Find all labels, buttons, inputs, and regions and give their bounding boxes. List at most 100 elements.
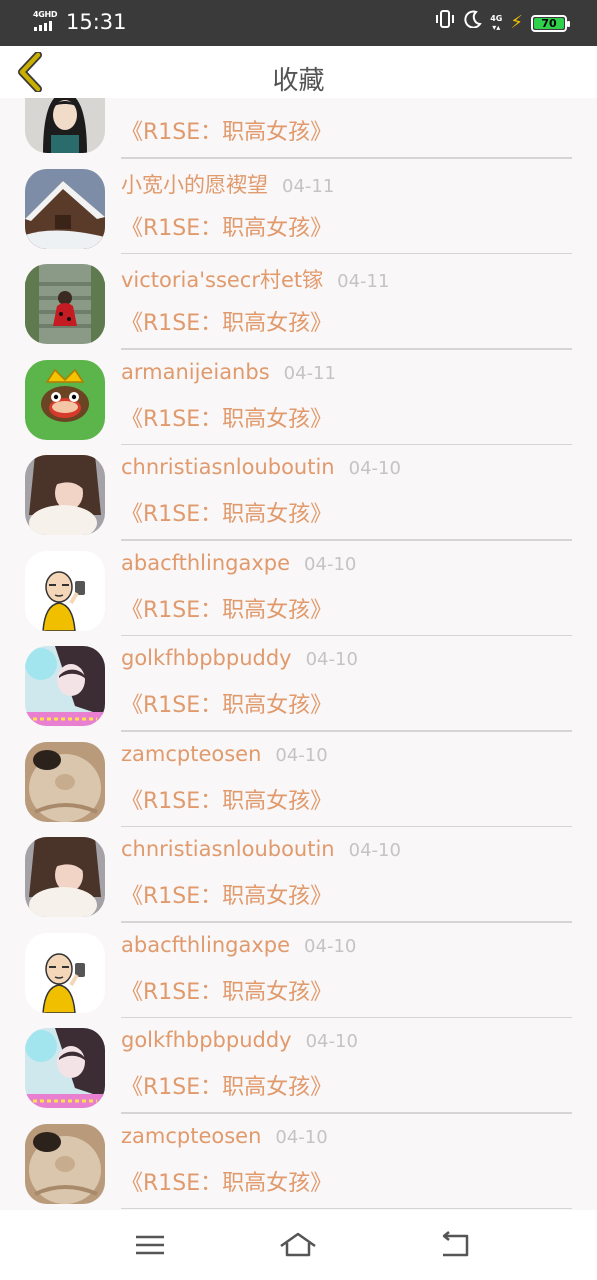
avatar[interactable] bbox=[25, 1028, 105, 1108]
avatar-cartoon-man-phone-icon bbox=[25, 550, 105, 631]
status-bar: 4GHD 15:31 4G ▾▴ ⚡ 70 bbox=[0, 0, 597, 46]
avatar-dreamy-girl-icon bbox=[25, 1028, 105, 1108]
work-title[interactable]: 《R1SE：职高女孩》 bbox=[121, 592, 332, 624]
work-title[interactable]: 《R1SE：职高女孩》 bbox=[121, 496, 332, 528]
vibrate-icon bbox=[434, 9, 456, 37]
avatar-girl-with-fur-icon bbox=[25, 455, 105, 535]
name-line: hololsmari长l昌院了吸 04-11 bbox=[121, 98, 408, 103]
favorite-date: 04-10 bbox=[304, 935, 357, 957]
favorite-date: 04-11 bbox=[283, 362, 336, 384]
name-line: victoria'ssecr村et镓 04-11 bbox=[121, 264, 389, 294]
favorite-date: 04-10 bbox=[305, 1031, 358, 1052]
user-name[interactable]: chnristiasnlouboutin bbox=[121, 837, 335, 861]
favorite-date: 04-10 bbox=[348, 458, 401, 479]
favorite-date: 04-10 bbox=[305, 649, 358, 670]
avatar[interactable] bbox=[25, 455, 105, 535]
home-button[interactable] bbox=[278, 1228, 318, 1262]
return-icon bbox=[442, 1231, 469, 1257]
avatar-fluffy-cat-icon bbox=[25, 741, 105, 822]
work-title[interactable]: 《R1SE：职高女孩》 bbox=[121, 1069, 332, 1101]
status-time: 15:31 bbox=[66, 10, 127, 34]
menu-icon bbox=[136, 1235, 164, 1255]
avatar[interactable] bbox=[25, 264, 105, 344]
avatar-girl-with-fur-icon bbox=[25, 837, 105, 917]
favorite-date: 04-11 bbox=[337, 271, 390, 292]
avatar[interactable] bbox=[25, 646, 105, 726]
user-name[interactable]: victoria'ssecr村et镓 bbox=[121, 268, 323, 292]
signal-bars-icon bbox=[34, 21, 52, 31]
back-nav-button[interactable] bbox=[435, 1228, 475, 1262]
name-line: golkfhbpbpuddy 04-10 bbox=[121, 646, 358, 670]
user-name[interactable]: golkfhbpbpuddy bbox=[121, 646, 292, 670]
work-title[interactable]: 《R1SE：职高女孩》 bbox=[121, 401, 332, 433]
work-title[interactable]: 《R1SE：职高女孩》 bbox=[121, 878, 332, 910]
favorite-item[interactable]: golkfhbpbpuddy 04-10 《R1SE：职高女孩》 bbox=[0, 632, 597, 732]
favorite-item[interactable]: abacfthlingaxpe 04-10 《R1SE：职高女孩》 bbox=[0, 919, 597, 1018]
favorite-date: 04-11 bbox=[282, 175, 335, 197]
page-title: 收藏 bbox=[272, 66, 325, 96]
name-line: abacfthlingaxpe 04-10 bbox=[121, 551, 356, 575]
favorite-item[interactable]: armanijeianbs 04-11 《R1SE：职高女孩》 bbox=[0, 346, 597, 445]
favorite-date: 04-10 bbox=[275, 1126, 328, 1148]
name-line: zamcpteosen 04-10 bbox=[121, 1124, 328, 1148]
avatar-child-on-steps-icon bbox=[25, 264, 105, 344]
user-name[interactable]: abacfthlingaxpe bbox=[121, 551, 290, 575]
work-title[interactable]: 《R1SE：职高女孩》 bbox=[121, 1165, 332, 1197]
favorite-item[interactable]: abacfthlingaxpe 04-10 《R1SE：职高女孩》 bbox=[0, 537, 597, 636]
name-line: 小宽小的愿褉望 04-11 bbox=[121, 169, 334, 199]
work-title[interactable]: 《R1SE：职高女孩》 bbox=[121, 305, 332, 337]
menu-button[interactable] bbox=[130, 1228, 170, 1262]
user-name[interactable]: hololsmari长l昌院了吸 bbox=[121, 98, 341, 101]
favorite-item[interactable]: 小宽小的愿褉望 04-11 《R1SE：职高女孩》 bbox=[0, 155, 597, 254]
user-name[interactable]: abacfthlingaxpe bbox=[121, 933, 290, 957]
name-line: golkfhbpbpuddy 04-10 bbox=[121, 1028, 358, 1052]
name-line: chnristiasnlouboutin 04-10 bbox=[121, 455, 401, 479]
work-title[interactable]: 《R1SE：职高女孩》 bbox=[121, 687, 332, 719]
avatar[interactable] bbox=[25, 1123, 105, 1204]
avatar[interactable] bbox=[25, 932, 105, 1013]
avatar[interactable] bbox=[25, 550, 105, 631]
data-network-label: 4G bbox=[490, 14, 503, 23]
work-title[interactable]: 《R1SE：职高女孩》 bbox=[121, 974, 332, 1006]
avatar-cartoon-man-phone-icon bbox=[25, 932, 105, 1013]
favorite-date: 04-10 bbox=[348, 840, 401, 861]
battery-level: 70 bbox=[534, 17, 564, 29]
user-name[interactable]: zamcpteosen bbox=[121, 1124, 261, 1148]
name-line: zamcpteosen 04-10 bbox=[121, 742, 328, 766]
favorites-list[interactable]: hololsmari长l昌院了吸04-11《R1SE：职高女孩》小宽小的愿褉望0… bbox=[0, 98, 597, 1210]
moon-icon bbox=[464, 10, 482, 36]
user-name[interactable]: 小宽小的愿褉望 bbox=[121, 173, 268, 197]
avatar[interactable] bbox=[25, 741, 105, 822]
work-title[interactable]: 《R1SE：职高女孩》 bbox=[121, 114, 332, 146]
avatar-snowy-cabin-icon bbox=[25, 168, 105, 249]
avatar[interactable] bbox=[25, 168, 105, 249]
divider bbox=[121, 1207, 572, 1209]
user-name[interactable]: golkfhbpbpuddy bbox=[121, 1028, 292, 1052]
user-name[interactable]: armanijeianbs bbox=[121, 360, 270, 384]
favorite-item[interactable]: golkfhbpbpuddy 04-10 《R1SE：职高女孩》 bbox=[0, 1014, 597, 1114]
avatar-dreamy-girl-icon bbox=[25, 646, 105, 726]
work-title[interactable]: 《R1SE：职高女孩》 bbox=[121, 210, 332, 242]
favorite-item[interactable]: victoria'ssecr村et镓 04-11 《R1SE：职高女孩》 bbox=[0, 250, 597, 350]
favorite-item[interactable]: chnristiasnlouboutin 04-10 《R1SE：职高女孩》 bbox=[0, 441, 597, 541]
app-header: 收藏 bbox=[0, 46, 597, 98]
favorite-item[interactable]: zamcpteosen 04-10 《R1SE：职高女孩》 bbox=[0, 728, 597, 827]
avatar[interactable] bbox=[25, 359, 105, 440]
avatar[interactable] bbox=[25, 837, 105, 917]
signal-indicator: 4GHD bbox=[33, 10, 61, 34]
favorite-item[interactable]: chnristiasnlouboutin 04-10 《R1SE：职高女孩》 bbox=[0, 823, 597, 923]
name-line: abacfthlingaxpe 04-10 bbox=[121, 933, 356, 957]
favorite-date: 04-10 bbox=[304, 553, 357, 575]
system-nav-bar bbox=[0, 1210, 597, 1280]
name-line: chnristiasnlouboutin 04-10 bbox=[121, 837, 401, 861]
home-icon bbox=[280, 1232, 316, 1257]
favorite-item[interactable]: hololsmari长l昌院了吸 04-11 《R1SE：职高女孩》 bbox=[0, 98, 597, 159]
avatar-monkey-king-icon bbox=[25, 359, 105, 440]
avatar-fluffy-cat-icon bbox=[25, 1123, 105, 1204]
user-name[interactable]: chnristiasnlouboutin bbox=[121, 455, 335, 479]
work-title[interactable]: 《R1SE：职高女孩》 bbox=[121, 783, 332, 815]
favorite-date: 04-10 bbox=[275, 744, 328, 766]
avatar[interactable] bbox=[25, 98, 105, 153]
user-name[interactable]: zamcpteosen bbox=[121, 742, 261, 766]
favorite-item[interactable]: zamcpteosen 04-10 《R1SE：职高女孩》 bbox=[0, 1110, 597, 1209]
